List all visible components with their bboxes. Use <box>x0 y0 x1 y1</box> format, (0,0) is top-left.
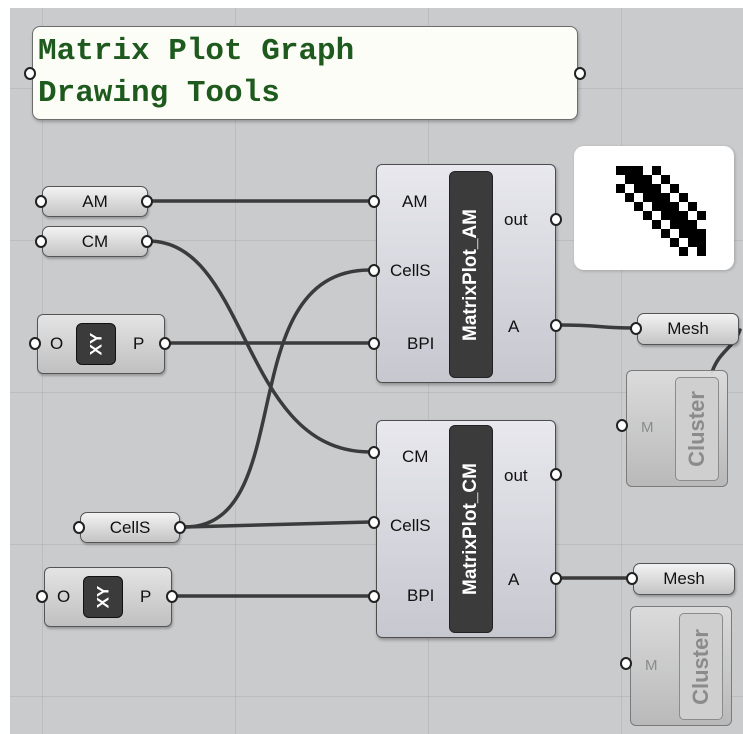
xy-2-out-port[interactable] <box>166 590 178 603</box>
matrixplot-cm-out-port-a[interactable] <box>550 572 562 585</box>
cm-param-in-port[interactable] <box>35 235 47 248</box>
cluster-1-name: Cluster <box>684 391 709 467</box>
cells-param-out-port[interactable] <box>174 521 186 534</box>
matrixplot-am-out-port-out[interactable] <box>550 213 562 226</box>
xy-plane-component-2[interactable]: O XY P <box>44 567 172 627</box>
xy-2-input-o: O <box>57 587 71 606</box>
xy-plane-component-1[interactable]: O XY P <box>37 314 165 374</box>
am-param-out-port[interactable] <box>141 195 153 208</box>
panel-output-port[interactable] <box>574 67 586 80</box>
xy-1-input-o: O <box>50 334 64 353</box>
cluster-1-in-port[interactable] <box>616 419 628 432</box>
am-param-in-port[interactable] <box>35 195 47 208</box>
cluster-component-2[interactable]: M Cluster <box>630 606 732 726</box>
matrixplot-am-in-port-bpi[interactable] <box>368 337 380 350</box>
cluster-component-1[interactable]: M Cluster <box>626 370 728 487</box>
matrixplot-cm-in-port-cells[interactable] <box>368 516 380 529</box>
matrixplot-am-name: MatrixPlot_AM <box>460 208 481 341</box>
mesh-2-label: Mesh <box>663 569 705 588</box>
matrixplot-cm-input-cm: CM <box>402 447 429 466</box>
mesh-param-1[interactable]: Mesh <box>637 313 739 345</box>
matrixplot-am-input-cells: CellS <box>390 261 431 280</box>
mesh-param-2[interactable]: Mesh <box>633 563 735 595</box>
cluster-1-name-bar: Cluster <box>675 377 719 481</box>
matrix-preview-image <box>574 146 734 270</box>
mesh-2-in-port[interactable] <box>626 572 638 585</box>
cluster-2-input-m: M <box>645 657 658 674</box>
matrixplot-am-input-bpi: BPI <box>407 334 435 353</box>
matrixplot-cm-out-port-out[interactable] <box>550 468 562 481</box>
xy-2-badge: XY <box>83 576 123 618</box>
matrixplot-am-in-port-cells[interactable] <box>368 264 380 277</box>
xy-1-badge: XY <box>76 323 116 365</box>
mesh-1-label: Mesh <box>667 319 709 338</box>
cm-param-label: CM <box>81 231 109 251</box>
matrixplot-cm-output-a: A <box>508 570 520 589</box>
cluster-2-in-port[interactable] <box>620 657 632 670</box>
cluster-1-input-m: M <box>641 419 654 436</box>
matrixplot-am-in-port-am[interactable] <box>368 195 380 208</box>
matrixplot-am-name-bar: MatrixPlot_AM <box>449 171 493 378</box>
matrixplot-cm-output-out: out <box>504 466 528 485</box>
cm-param[interactable]: CM <box>42 226 148 257</box>
cells-param-label: CellS <box>109 517 151 537</box>
cells-param[interactable]: CellS <box>80 512 180 543</box>
checker-pattern <box>616 166 706 256</box>
matrixplot-cm-name-bar: MatrixPlot_CM <box>449 425 493 633</box>
cluster-2-name: Cluster <box>688 628 713 705</box>
mesh-1-in-port[interactable] <box>630 322 642 335</box>
panel-input-port[interactable] <box>24 67 36 80</box>
panel-line-1: Matrix Plot Graph <box>38 34 355 69</box>
am-param-label: AM <box>82 191 108 211</box>
panel-text: Matrix Plot Graph Drawing Tools <box>38 31 354 115</box>
xy-2-output-p: P <box>140 587 152 606</box>
matrixplot-cm-in-port-bpi[interactable] <box>368 590 380 603</box>
cm-param-out-port[interactable] <box>141 235 153 248</box>
xy-1-in-port[interactable] <box>29 337 41 350</box>
am-param[interactable]: AM <box>42 186 148 217</box>
title-panel[interactable]: Matrix Plot Graph Drawing Tools <box>32 26 578 120</box>
xy-2-in-port[interactable] <box>36 590 48 603</box>
matrixplot-cm-in-port-cm[interactable] <box>368 446 380 459</box>
matrixplot-cm-name: MatrixPlot_CM <box>460 463 481 595</box>
matrixplot-cm-input-cells: CellS <box>390 516 431 535</box>
matrixplot-cm-component[interactable]: CM CellS BPI MatrixPlot_CM out A <box>376 420 556 638</box>
matrixplot-am-output-a: A <box>508 317 520 336</box>
matrixplot-am-output-out: out <box>504 210 528 229</box>
xy-1-output-p: P <box>133 334 145 353</box>
panel-line-2: Drawing Tools <box>38 76 280 111</box>
xy-1-out-port[interactable] <box>159 337 171 350</box>
cells-param-in-port[interactable] <box>73 521 85 534</box>
matrixplot-am-input-am: AM <box>402 192 428 211</box>
cluster-2-name-bar: Cluster <box>679 613 723 720</box>
matrixplot-cm-input-bpi: BPI <box>407 586 435 605</box>
matrixplot-am-component[interactable]: AM CellS BPI MatrixPlot_AM out A <box>376 164 556 383</box>
matrixplot-am-out-port-a[interactable] <box>550 319 562 332</box>
